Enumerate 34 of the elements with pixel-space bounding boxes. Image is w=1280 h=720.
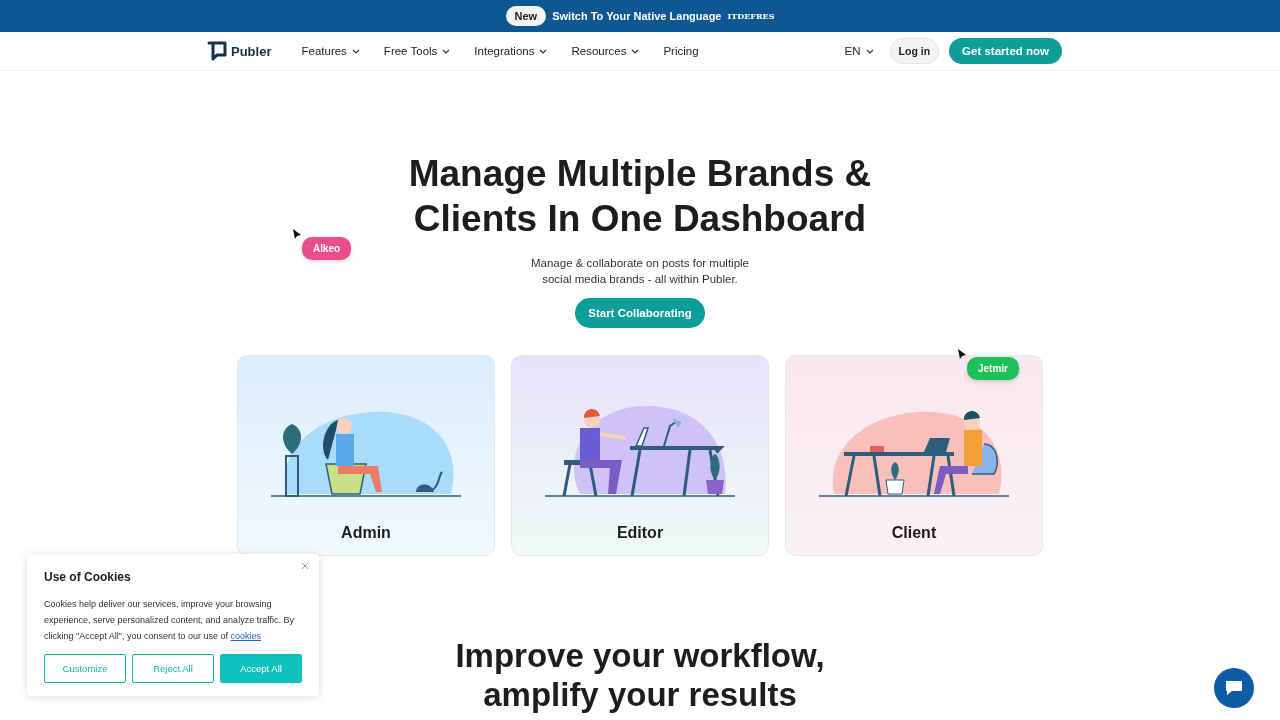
- cookie-text: Cookies help deliver our services, improve your browsing experience, serve personalized content, and analyze traffic. By clicking "Accept All", you consent to our use of cookies: [44, 598, 295, 643]
- section-heading: Improve your workflow, amplify your results: [455, 636, 825, 714]
- announcement-banner[interactable]: New Switch To Your Native Language ITDEFRES: [0, 0, 1280, 32]
- nav-link[interactable]: Resources: [571, 45, 640, 57]
- card-title: Client: [891, 524, 937, 542]
- chevron-icon: [865, 48, 874, 54]
- cookie-title: Use of Cookies: [44, 570, 132, 584]
- nav-link[interactable]: Pricing: [663, 45, 699, 57]
- language-selector[interactable]: EN: [844, 45, 874, 57]
- close-icon[interactable]: [301, 562, 309, 570]
- promo-code: ITDEFRES: [727, 11, 775, 21]
- logo-text[interactable]: Publer: [231, 43, 272, 59]
- logo-icon[interactable]: [207, 41, 227, 61]
- chat-bubble-icon: [1224, 679, 1244, 697]
- cursor-icon: [292, 228, 302, 240]
- hero-subtitle: Manage & collaborate on posts for multiple social media brands - all within Publer.: [531, 256, 749, 287]
- nav-link[interactable]: Features: [301, 45, 360, 57]
- nav-link[interactable]: Integrations: [474, 45, 548, 57]
- card-title: Editor: [616, 524, 664, 542]
- chevron-icon: [539, 48, 548, 54]
- hero-title: Manage Multiple Brands & Clients In One Dashboard: [408, 152, 872, 241]
- user-cursor-tag: Jetmir: [967, 357, 1019, 380]
- chat-button[interactable]: [1214, 668, 1254, 708]
- chevron-icon: [351, 48, 360, 54]
- new-badge: New: [505, 6, 547, 26]
- chevron-icon: [442, 48, 451, 54]
- login-button[interactable]: Log in: [889, 38, 940, 64]
- nav-link[interactable]: Free Tools: [383, 45, 451, 57]
- cursor-icon: [957, 348, 967, 360]
- user-cursor-tag: Alkeo: [302, 237, 352, 260]
- chevron-icon: [631, 48, 640, 54]
- cookies-link[interactable]: cookies: [230, 631, 261, 641]
- banner-text: Switch To Your Native Language: [552, 10, 722, 22]
- card-title: Admin: [341, 524, 391, 542]
